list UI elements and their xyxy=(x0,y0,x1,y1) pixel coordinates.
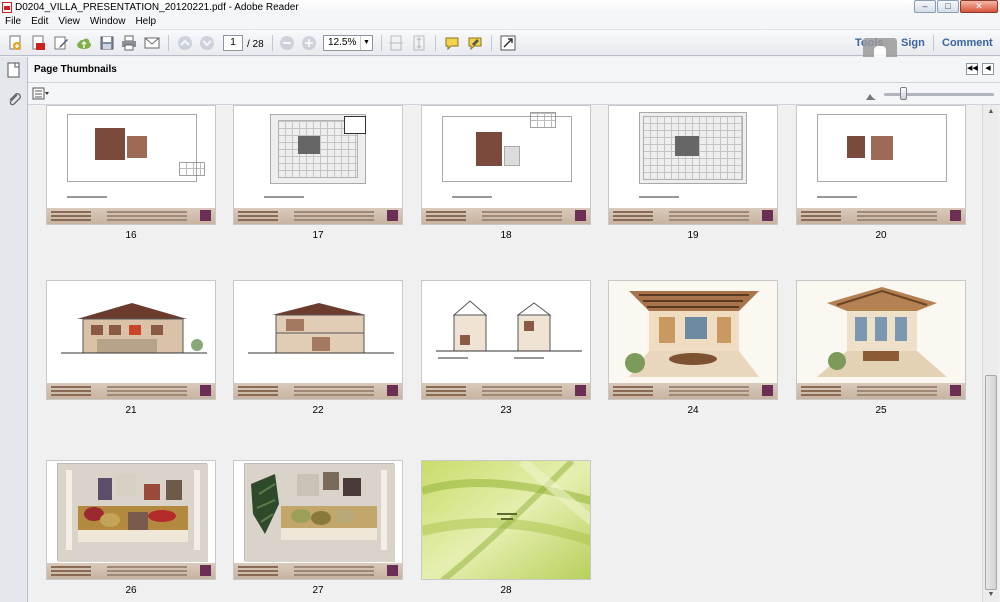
page-number-label: 27 xyxy=(312,585,324,596)
page-number-input[interactable]: 1 xyxy=(223,35,243,51)
previous-page-icon[interactable] xyxy=(176,34,194,52)
adobe-pdf-icon xyxy=(2,1,12,13)
save-icon[interactable] xyxy=(98,34,116,52)
next-page-icon[interactable] xyxy=(198,34,216,52)
menu-view[interactable]: View xyxy=(53,16,85,27)
page-preview xyxy=(421,460,591,580)
page-number-label: 24 xyxy=(687,405,699,416)
scroll-up-icon[interactable]: ▲ xyxy=(984,105,998,119)
zoom-value: 12.5% xyxy=(328,37,357,48)
thumbnail-page-18[interactable]: 18 xyxy=(421,105,591,241)
page-number-label: 20 xyxy=(875,230,887,241)
title-bar: D0204_VILLA_PRESENTATION_20120221.pdf - … xyxy=(0,0,1000,14)
window-controls: – □ ✕ xyxy=(913,0,998,13)
thumbnail-page-16[interactable]: 16 xyxy=(46,105,216,241)
thumbnail-page-27[interactable]: 27 xyxy=(233,460,403,596)
cloud-upload-icon[interactable] xyxy=(75,34,93,52)
thumbnail-page-26[interactable]: 26 xyxy=(46,460,216,596)
thumbnail-page-19[interactable]: 19 xyxy=(608,105,778,241)
zoom-in-icon[interactable] xyxy=(300,34,318,52)
page-preview xyxy=(421,105,591,225)
page-preview xyxy=(233,460,403,580)
page-preview xyxy=(46,105,216,225)
thumbnail-page-22[interactable]: 22 xyxy=(233,280,403,416)
page-preview xyxy=(608,105,778,225)
page-number-label: 16 xyxy=(125,230,137,241)
thumbnail-page-24[interactable]: 24 xyxy=(608,280,778,416)
thumbnail-page-17[interactable]: 17 xyxy=(233,105,403,241)
thumbnails-panel-header: Page Thumbnails ◀◀ ◀ xyxy=(28,57,1000,83)
menu-help[interactable]: Help xyxy=(130,16,161,27)
highlight-icon[interactable] xyxy=(466,34,484,52)
window-title: D0204_VILLA_PRESENTATION_20120221.pdf - … xyxy=(15,1,299,13)
page-number-label: 23 xyxy=(500,405,512,416)
page-number-label: 28 xyxy=(500,585,512,596)
panel-collapse-icon[interactable]: ◀ xyxy=(982,63,994,75)
navigation-pane-bar xyxy=(0,57,28,602)
export-pdf-icon[interactable] xyxy=(29,34,47,52)
menu-window[interactable]: Window xyxy=(85,16,131,27)
smaller-thumbnails-icon[interactable] xyxy=(866,91,876,100)
menu-edit[interactable]: Edit xyxy=(26,16,53,27)
page-number-label: 21 xyxy=(125,405,137,416)
panel-title: Page Thumbnails xyxy=(34,64,117,75)
page-number-label: 18 xyxy=(500,230,512,241)
panel-expand-icon[interactable]: ◀◀ xyxy=(966,63,978,75)
thumbnail-page-20[interactable]: 20 xyxy=(796,105,966,241)
page-number-label: 22 xyxy=(312,405,324,416)
fit-page-icon[interactable] xyxy=(410,34,428,52)
thumbnail-page-28[interactable]: 28 xyxy=(421,460,591,596)
thumbnail-page-25[interactable]: 25 xyxy=(796,280,966,416)
toolbar: 1 / 28 12.5% ▼ Tools Sign Comment xyxy=(0,30,1000,56)
page-number-label: 19 xyxy=(687,230,699,241)
thumbnails-grid: 16 17 18 19 20 21 22 23 24 25 26 27 28 xyxy=(30,105,982,602)
page-thumbnails-icon[interactable] xyxy=(5,61,23,79)
sign-pane-button[interactable]: Sign xyxy=(901,37,925,49)
chevron-down-icon[interactable]: ▼ xyxy=(360,36,372,50)
page-preview xyxy=(46,460,216,580)
options-menu-icon[interactable] xyxy=(32,87,50,100)
fit-width-icon[interactable] xyxy=(387,34,405,52)
full-screen-icon[interactable] xyxy=(499,34,517,52)
thumbnail-page-21[interactable]: 21 xyxy=(46,280,216,416)
page-preview xyxy=(233,280,403,400)
close-button[interactable]: ✕ xyxy=(960,0,998,13)
scrollbar-thumb[interactable] xyxy=(985,375,997,590)
page-preview xyxy=(608,280,778,400)
page-preview xyxy=(796,280,966,400)
page-number-label: 25 xyxy=(875,405,887,416)
page-number-label: 17 xyxy=(312,230,324,241)
menu-bar: File Edit View Window Help xyxy=(0,14,1000,30)
scroll-down-icon[interactable]: ▼ xyxy=(984,588,998,602)
print-icon[interactable] xyxy=(120,34,138,52)
menu-file[interactable]: File xyxy=(0,16,26,27)
zoom-out-icon[interactable] xyxy=(278,34,296,52)
maximize-button[interactable]: □ xyxy=(937,0,959,13)
attachments-icon[interactable] xyxy=(5,91,23,109)
page-preview xyxy=(796,105,966,225)
page-preview xyxy=(421,280,591,400)
page-number-label: 26 xyxy=(125,585,137,596)
sticky-note-icon[interactable] xyxy=(443,34,461,52)
zoom-select[interactable]: 12.5% ▼ xyxy=(323,35,373,51)
page-total: / 28 xyxy=(247,39,264,50)
page-preview xyxy=(233,105,403,225)
email-icon[interactable] xyxy=(143,34,161,52)
vertical-scrollbar[interactable]: ▲ ▼ xyxy=(982,105,998,602)
minimize-button[interactable]: – xyxy=(914,0,936,13)
page-preview xyxy=(46,280,216,400)
thumbnails-panel-toolbar xyxy=(28,83,1000,105)
comment-pane-button[interactable]: Comment xyxy=(942,37,993,49)
thumbnail-page-23[interactable]: 23 xyxy=(421,280,591,416)
thumbnail-size-slider-handle[interactable] xyxy=(900,87,907,100)
edit-pdf-icon[interactable] xyxy=(52,34,70,52)
create-pdf-icon[interactable] xyxy=(6,34,24,52)
